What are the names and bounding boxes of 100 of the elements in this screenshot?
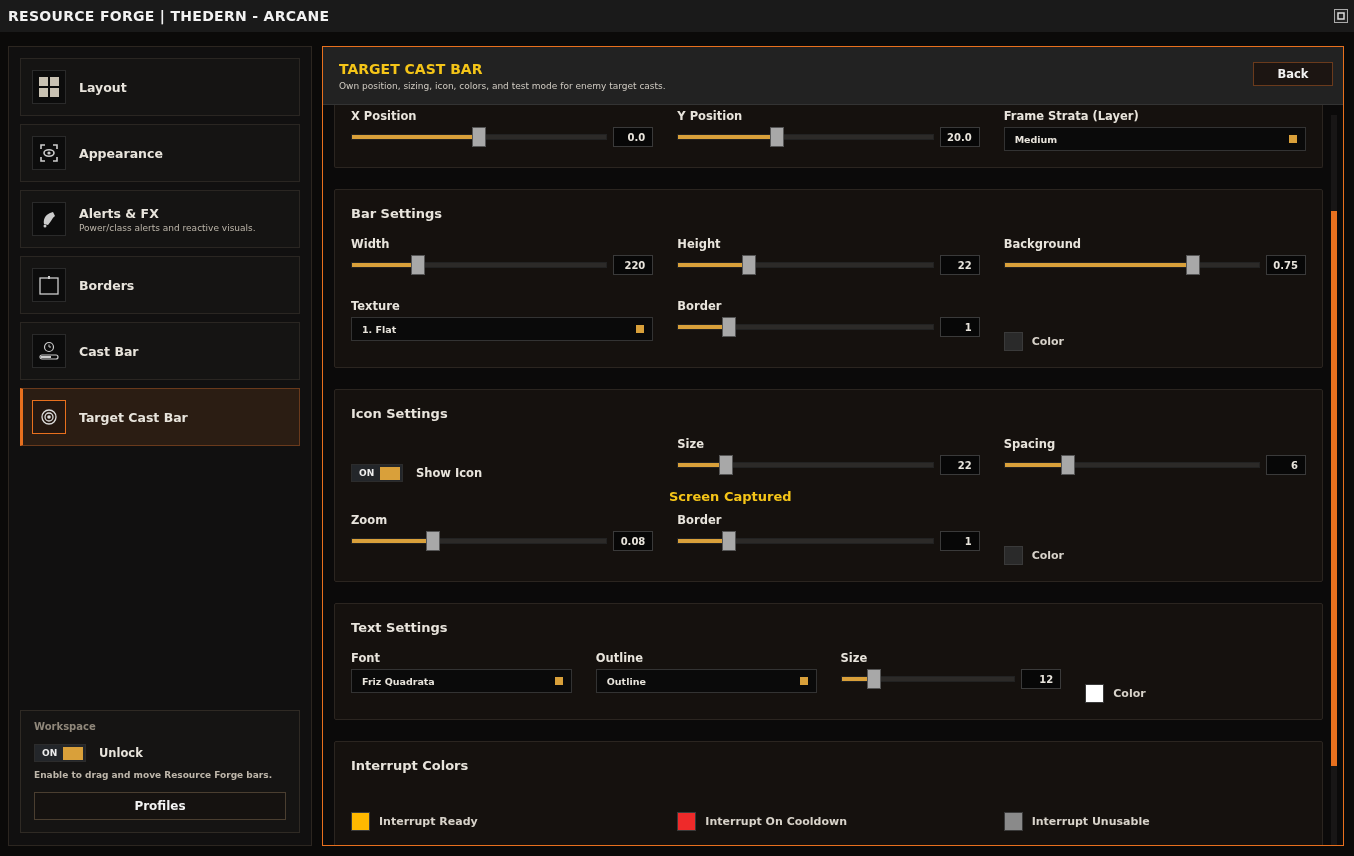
value-field[interactable]: 20.0	[939, 127, 980, 147]
color-swatch[interactable]	[677, 811, 697, 831]
dropdown[interactable]: Medium	[1003, 127, 1306, 151]
dropdown[interactable]: Friz Quadrata	[351, 669, 572, 693]
field-label: Size	[677, 437, 706, 451]
toggle-switch[interactable]: ON	[351, 464, 403, 482]
border-icon	[39, 275, 59, 295]
back-button[interactable]: Back	[1253, 62, 1333, 86]
field-label: Frame Strata (Layer)	[1003, 109, 1140, 123]
slider[interactable]	[677, 317, 934, 337]
field-label: Width	[351, 237, 391, 251]
slider[interactable]	[677, 255, 934, 275]
slider[interactable]	[677, 531, 934, 551]
color-swatch[interactable]	[1003, 811, 1023, 831]
field-label: Texture	[351, 299, 401, 313]
toggle-label: Unlock	[99, 746, 143, 760]
color-label: Color	[1031, 334, 1065, 348]
slider[interactable]	[840, 669, 1016, 689]
panel-subtitle: Own position, sizing, icon, colors, and test mode for enemy target casts.	[339, 80, 666, 91]
color-label: Color	[1113, 686, 1146, 700]
value-field[interactable]: 22	[939, 255, 980, 275]
nav-item[interactable]: Alerts & FX Power/class alerts and reactive visuals.	[20, 190, 300, 248]
value-field[interactable]: 220	[613, 255, 654, 275]
field-label: Border	[677, 513, 723, 527]
workspace-hint: Enable to drag and move Resource Forge bars.	[34, 770, 273, 780]
profiles-button[interactable]: Profiles	[34, 792, 286, 820]
grid-icon	[39, 77, 59, 97]
nav-item[interactable]: Appearance	[20, 124, 300, 182]
field-label: Spacing	[1003, 437, 1057, 451]
slider[interactable]	[351, 531, 608, 551]
field-label: Background	[1003, 237, 1083, 251]
slider-thumb[interactable]	[410, 255, 425, 275]
scroll-thumb[interactable]	[1331, 211, 1337, 766]
scrollbar[interactable]	[1331, 115, 1337, 845]
slider-thumb[interactable]	[472, 127, 487, 147]
slider-thumb[interactable]	[1060, 455, 1075, 475]
color-label: Interrupt Ready	[379, 814, 478, 828]
slider-thumb[interactable]	[866, 669, 881, 689]
clock-bar-icon	[39, 341, 59, 361]
value-field[interactable]: 12	[1021, 669, 1062, 689]
color-label: Color	[1031, 548, 1065, 562]
maximize-icon[interactable]	[1334, 9, 1348, 23]
slider[interactable]	[1003, 455, 1260, 475]
color-swatch[interactable]	[1085, 683, 1105, 703]
nav-label: Layout	[79, 79, 127, 95]
field-label: Y Position	[677, 109, 744, 123]
slider-thumb[interactable]	[742, 255, 757, 275]
section-title: Interrupt Colors	[351, 758, 470, 773]
slider-thumb[interactable]	[770, 127, 785, 147]
slider[interactable]	[677, 127, 934, 147]
panel-title: TARGET CAST BAR	[339, 60, 484, 77]
section-title: Text Settings	[351, 620, 449, 635]
field-label: Zoom	[351, 513, 389, 527]
slider-thumb[interactable]	[426, 531, 440, 551]
nav-label: Alerts & FX	[79, 205, 160, 221]
dropdown[interactable]: Outline	[595, 669, 817, 693]
nav-description: Power/class alerts and reactive visuals.	[79, 222, 257, 233]
nav-item[interactable]: Cast Bar	[20, 322, 300, 380]
window-title: RESOURCE FORGE | THEDERN - ARCANE	[8, 8, 330, 24]
slider[interactable]	[351, 127, 608, 147]
eye-icon	[40, 144, 58, 162]
nav-label: Appearance	[79, 145, 163, 161]
unlock-toggle[interactable]: ON	[34, 744, 86, 762]
value-field[interactable]: 1	[939, 317, 980, 337]
nav-label: Target Cast Bar	[79, 409, 188, 425]
nav-label: Borders	[79, 277, 135, 293]
color-swatch[interactable]	[351, 811, 370, 831]
color-swatch[interactable]	[1003, 545, 1023, 565]
section-title: Bar Settings	[351, 206, 443, 221]
value-field[interactable]: 1	[939, 531, 980, 551]
dropdown[interactable]: 1. Flat	[351, 317, 654, 341]
field-label: Font	[351, 651, 381, 665]
slider[interactable]	[677, 455, 934, 475]
field-label: Height	[677, 237, 722, 251]
toggle-label: Show Icon	[416, 466, 483, 480]
field-label: Border	[677, 299, 723, 313]
value-field[interactable]: 0.75	[1266, 255, 1306, 275]
color-label: Interrupt Unusable	[1031, 814, 1150, 828]
slider-thumb[interactable]	[721, 317, 736, 337]
slider-thumb[interactable]	[719, 455, 733, 475]
nav-label: Cast Bar	[79, 343, 139, 359]
color-label: Interrupt On Cooldown	[705, 814, 847, 828]
slider[interactable]	[1003, 255, 1260, 275]
field-label: X Position	[351, 109, 418, 123]
value-field[interactable]: 0.08	[613, 531, 654, 551]
nav-item[interactable]: Layout	[20, 58, 300, 116]
color-swatch[interactable]	[1003, 331, 1023, 351]
nav-item[interactable]: Borders	[20, 256, 300, 314]
field-label: Size	[840, 651, 869, 665]
value-field[interactable]: 6	[1266, 455, 1306, 475]
value-field[interactable]: 22	[939, 455, 980, 475]
target-icon	[41, 409, 57, 425]
notification-text: Screen Captured	[669, 489, 792, 504]
slider-thumb[interactable]	[1186, 255, 1201, 275]
field-label: Outline	[595, 651, 645, 665]
nav-item[interactable]: Target Cast Bar	[20, 388, 300, 446]
workspace-heading: Workspace	[34, 721, 96, 732]
value-field[interactable]: 0.0	[613, 127, 654, 147]
slider-thumb[interactable]	[721, 531, 736, 551]
slider[interactable]	[351, 255, 608, 275]
